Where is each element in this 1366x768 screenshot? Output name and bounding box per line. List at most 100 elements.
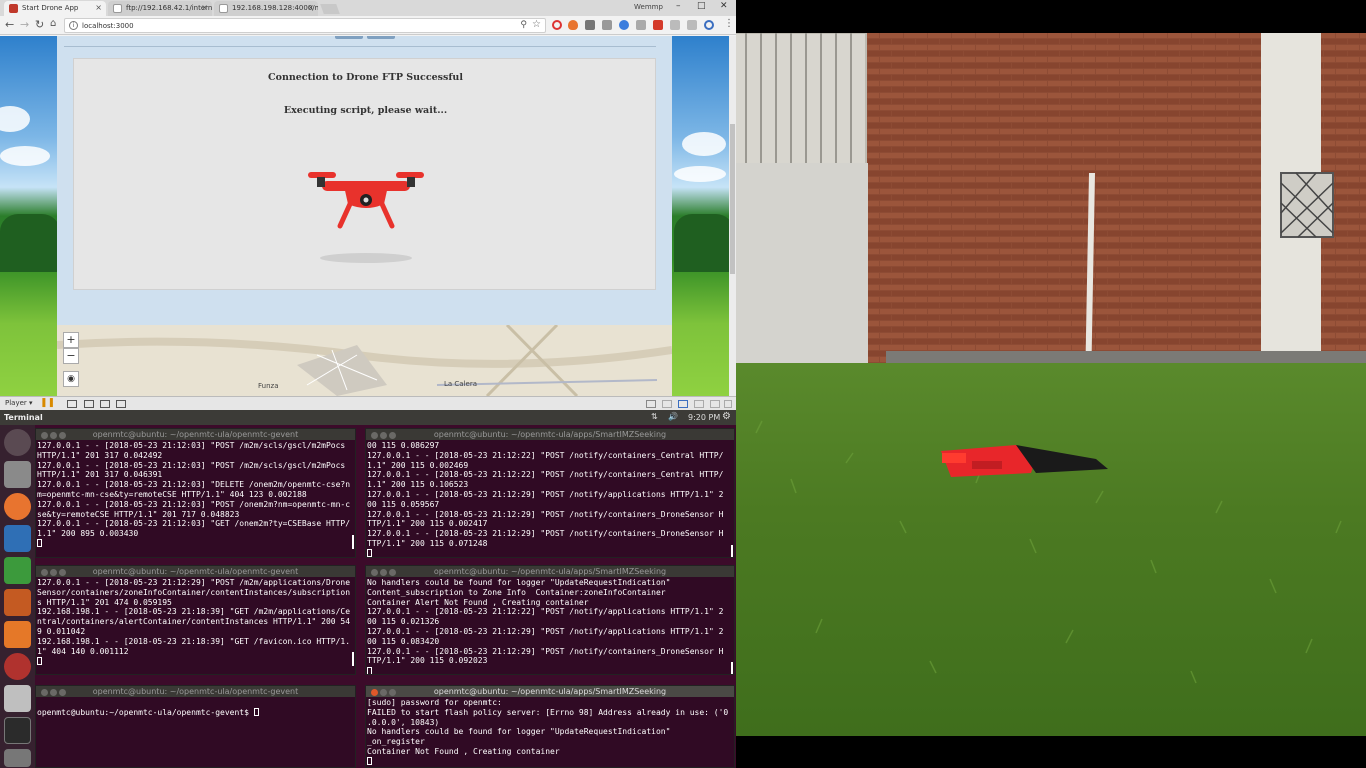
terminal-scrollbar[interactable] <box>731 545 733 557</box>
new-tab-button[interactable] <box>320 4 340 14</box>
terminal-titlebar[interactable]: openmtc@ubuntu: ~/openmtc-ula/openmtc-ge… <box>36 686 355 697</box>
terminal-line: TTP/1.1" 200 115 0.071248 <box>367 538 488 548</box>
network-icon[interactable] <box>678 400 688 408</box>
player-menu[interactable]: Player ▾ <box>5 399 33 407</box>
writer-icon[interactable] <box>4 525 31 552</box>
terminal-scrollbar[interactable] <box>731 662 733 674</box>
terminal-window[interactable]: openmtc@ubuntu: ~/openmtc-ula/openmtc-ge… <box>35 565 356 675</box>
terminal-output[interactable]: openmtc@ubuntu:~/openmtc-ula/openmtc-gev… <box>37 698 259 718</box>
device-icon[interactable] <box>724 400 732 408</box>
extension-icon[interactable] <box>704 20 714 30</box>
terminal-window[interactable]: openmtc@ubuntu: ~/openmtc-ula/apps/Smart… <box>365 685 735 768</box>
extension-icon[interactable] <box>619 20 629 30</box>
terminal-icon[interactable] <box>4 717 31 744</box>
terminal-output: No handlers could be found for logger "U… <box>367 578 723 674</box>
terminal-window[interactable]: openmtc@ubuntu: ~/openmtc-ula/openmtc-ge… <box>35 428 356 558</box>
software-center-icon[interactable] <box>4 621 31 648</box>
device-icon[interactable] <box>662 400 672 408</box>
firefox-extension-icon[interactable] <box>568 20 578 30</box>
map-label-la-calera: La Calera <box>444 380 478 388</box>
bookmark-star-icon[interactable]: ☆ <box>532 19 541 30</box>
extension-icon[interactable] <box>636 20 646 30</box>
scrollbar-thumb[interactable] <box>730 124 735 274</box>
top-button[interactable] <box>335 36 363 39</box>
extension-icon[interactable] <box>653 20 663 30</box>
close-window-button[interactable]: ✕ <box>720 1 728 11</box>
unity-icon[interactable] <box>116 400 126 408</box>
device-icon[interactable] <box>646 400 656 408</box>
terminal-titlebar[interactable]: openmtc@ubuntu: ~/openmtc-ula/apps/Smart… <box>366 566 734 577</box>
reload-icon[interactable]: ↻ <box>35 18 44 31</box>
locate-icon[interactable]: ◉ <box>63 371 79 387</box>
terminal-line: 127.0.0.1 - - [2018-05-23 21:12:03] "POS… <box>37 499 351 509</box>
tab-start-drone-app[interactable]: Start Drone App × <box>4 1 106 16</box>
terminal-titlebar[interactable]: openmtc@ubuntu: ~/openmtc-ula/apps/Smart… <box>366 429 734 440</box>
fullscreen-icon[interactable] <box>100 400 110 408</box>
files-icon[interactable] <box>4 461 31 488</box>
terminal-line: s HTTP/1.1" 201 474 0.059195 <box>37 597 172 607</box>
terminal-titlebar[interactable]: openmtc@ubuntu: ~/openmtc-ula/openmtc-ge… <box>36 429 355 440</box>
send-keys-icon[interactable] <box>67 400 77 408</box>
zoom-out-button[interactable]: − <box>63 348 79 364</box>
text-cursor <box>37 539 42 548</box>
removable-devices-icon[interactable] <box>84 400 94 408</box>
key-icon[interactable]: ⚲ <box>520 20 527 30</box>
terminal-line: 1.1" 200 115 0.106523 <box>367 480 469 490</box>
device-icon[interactable] <box>694 400 704 408</box>
forward-icon[interactable]: → <box>20 18 29 31</box>
maximize-button[interactable]: □ <box>697 1 706 11</box>
terminal-line: 127.0.0.1 - - [2018-05-23 21:12:03] "POS… <box>37 460 346 470</box>
device-icon[interactable] <box>710 400 720 408</box>
minimize-button[interactable]: – <box>676 1 681 11</box>
terminal-scrollbar[interactable] <box>352 652 354 666</box>
opera-extension-icon[interactable] <box>552 20 562 30</box>
settings-icon[interactable] <box>4 653 31 680</box>
pause-icon[interactable]: ❚❚ <box>40 398 55 408</box>
extension-icon[interactable] <box>687 20 697 30</box>
text-editor-icon[interactable] <box>4 685 31 712</box>
home-icon[interactable]: ⌂ <box>50 18 56 29</box>
divider <box>64 46 656 47</box>
network-icon[interactable]: ⇅ <box>651 412 658 421</box>
extension-icon[interactable] <box>670 20 680 30</box>
tab-local-server[interactable]: 192.168.198.128:4000/m × <box>214 1 318 16</box>
extension-icon[interactable] <box>585 20 595 30</box>
terminal-line: FAILED to start flash policy server: [Er… <box>367 707 729 717</box>
terminal-line: 192.168.198.1 - - [2018-05-23 21:18:39] … <box>37 607 351 617</box>
terminal-window[interactable]: openmtc@ubuntu: ~/openmtc-ula/apps/Smart… <box>365 565 735 675</box>
trash-icon[interactable] <box>4 749 31 767</box>
web-page: Connection to Drone FTP Successful Execu… <box>0 36 729 396</box>
ubuntu-dash-icon[interactable] <box>4 429 31 456</box>
menu-icon[interactable]: ⋮ <box>724 18 734 29</box>
terminal-window[interactable]: openmtc@ubuntu: ~/openmtc-ula/apps/Smart… <box>365 428 735 558</box>
extension-icon[interactable] <box>602 20 612 30</box>
terminal-titlebar[interactable]: openmtc@ubuntu: ~/openmtc-ula/apps/Smart… <box>366 686 734 697</box>
firefox-icon[interactable] <box>4 493 31 520</box>
info-icon[interactable]: i <box>69 21 78 30</box>
zoom-in-button[interactable]: + <box>63 332 79 348</box>
back-icon[interactable]: ← <box>5 18 14 31</box>
cloud-decoration <box>0 106 30 132</box>
settings-gear-icon[interactable]: ⚙ <box>722 411 731 422</box>
terminal-title: openmtc@ubuntu: ~/openmtc-ula/openmtc-ge… <box>92 430 299 439</box>
clock[interactable]: 9:20 PM <box>688 413 720 422</box>
page-scrollbar[interactable] <box>729 36 736 396</box>
close-tab-icon[interactable]: × <box>201 3 208 12</box>
calc-icon[interactable] <box>4 557 31 584</box>
terminal-window[interactable]: openmtc@ubuntu: ~/openmtc-ula/openmtc-ge… <box>35 685 356 768</box>
terminal-line: se&ty=remoteCSE HTTP/1.1" 201 717 0.0488… <box>37 509 240 519</box>
terminal-titlebar[interactable]: openmtc@ubuntu: ~/openmtc-ula/openmtc-ge… <box>36 566 355 577</box>
terminal-line: Container Alert Not Found , Creating con… <box>367 597 589 607</box>
address-bar[interactable]: i localhost:3000 ⚲ ☆ <box>64 18 546 33</box>
close-tab-icon[interactable]: × <box>95 3 102 12</box>
terminal-scrollbar[interactable] <box>352 535 354 549</box>
profile-name[interactable]: Wemmp <box>634 3 663 11</box>
map-view[interactable]: + − ◉ Funza La Calera <box>57 325 672 396</box>
terminal-line: _on_register <box>367 737 425 747</box>
top-button[interactable] <box>367 36 395 39</box>
tab-ftp[interactable]: ftp://192.168.42.1/intern × <box>108 1 212 16</box>
terminal-line: m=openmtc-mn-cse&ty=remoteCSE HTTP/1.1" … <box>37 489 307 499</box>
volume-icon[interactable]: 🔊 <box>668 412 678 421</box>
impress-icon[interactable] <box>4 589 31 616</box>
close-tab-icon[interactable]: × <box>307 3 314 12</box>
